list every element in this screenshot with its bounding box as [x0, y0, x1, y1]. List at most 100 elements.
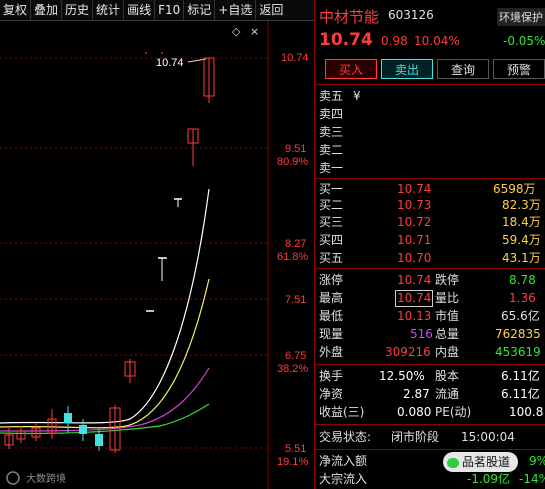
float-shares-value: 6.11亿 [501, 387, 540, 401]
vol-ratio-label: 量比 [435, 291, 460, 305]
trading-status: 交易状态: 闭市阶段 15:00:04 [315, 428, 545, 446]
low-label: 最低 [319, 309, 344, 323]
alert-button[interactable]: 预警 [493, 59, 545, 79]
block-inflow-label: 大宗流入 [319, 472, 368, 486]
outer-value: 309216 [385, 345, 431, 359]
total-volume-label: 总量 [435, 327, 460, 341]
price-change-pct: 10.04% [414, 34, 460, 48]
query-button[interactable]: 查询 [437, 59, 489, 79]
bid-price: 10.71 [397, 233, 432, 247]
quote-panel: 中材节能 603126 环境保护 10.74 0.98 10.04% -0.05… [314, 0, 545, 489]
sector-name[interactable]: 环境保护 [497, 8, 545, 26]
high-price-label: 10.74 [156, 57, 184, 69]
bid-row[interactable]: 买二 10.73 82.3万 [315, 196, 545, 214]
candle [64, 413, 72, 423]
ask-label: 卖三 [319, 125, 344, 139]
ask-row: 卖五 ¥ [315, 87, 545, 105]
bid-row[interactable]: 买五 10.70 43.1万 [315, 249, 545, 267]
toolbar-history[interactable]: 历史 [62, 0, 94, 20]
toolbar-add-watchlist[interactable]: +自选 [215, 0, 257, 20]
sell-button[interactable]: 卖出 [381, 59, 433, 79]
market-cap-label: 市值 [435, 309, 460, 323]
bid-label: 买二 [319, 198, 344, 212]
block-inflow-value: -1.09亿 [467, 472, 511, 486]
toolbar-mark[interactable]: 标记 [184, 0, 216, 20]
stats-row-outer-inner: 外盘 309216 内盘 453619 [315, 343, 545, 361]
eps-value: 0.080 [397, 405, 432, 419]
stats-row-high: 最高 10.74 量比 1.36 [315, 289, 545, 307]
candle [95, 434, 103, 446]
net-assets-value: 2.87 [403, 387, 430, 401]
stats-row-low: 最低 10.13 市值 65.6亿 [315, 307, 545, 325]
toolbar-restore-rights[interactable]: 复权 [0, 0, 32, 20]
outer-label: 外盘 [319, 345, 344, 359]
pe-label: PE(动) [435, 405, 472, 419]
axis-label-61-8: 61.8% [277, 251, 308, 263]
trading-status-time: 15:00:04 [461, 430, 515, 444]
limit-up-label: 涨停 [319, 273, 344, 287]
axis-label-8-27: 8.27 [285, 238, 306, 250]
stock-name: 中材节能 [319, 8, 380, 26]
close-icon[interactable]: × [250, 25, 259, 38]
inner-value: 453619 [495, 345, 541, 359]
brand-badge: 品茗股道 [443, 452, 519, 472]
ask-row: 卖四 [315, 105, 545, 123]
bid-price: 10.72 [397, 215, 432, 229]
candle [79, 425, 87, 434]
block-inflow-row: 大宗流入 -1.09亿 -14% [315, 470, 545, 488]
ask-label: 卖一 [319, 161, 344, 175]
stock-code: 603126 [388, 8, 434, 22]
ask-label: 卖四 [319, 107, 344, 121]
current-volume-label: 现量 [319, 327, 344, 341]
toolbar-draw-line[interactable]: 画线 [124, 0, 156, 20]
ask-row: 卖二 [315, 141, 545, 159]
trading-status-value: 闭市阶段 [391, 430, 440, 444]
share-capital-label: 股本 [435, 369, 460, 383]
bid-row[interactable]: 买四 10.71 59.4万 [315, 231, 545, 249]
eps-label: 收益(三) [319, 405, 365, 419]
chart-toolbar: 复权 叠加 历史 统计 画线 F10 标记 +自选 返回 [0, 0, 314, 21]
turnover-label: 换手 [319, 369, 344, 383]
stock-price: 10.74 [319, 30, 373, 50]
stats-row-eps: 收益(三) 0.080 PE(动) 100.8 [315, 403, 545, 421]
current-volume-value: 516 [410, 327, 433, 341]
axis-label-19-1: 19.1% [277, 456, 308, 468]
high-value: 10.74 [395, 290, 434, 307]
ask-label: 卖五 [319, 89, 344, 103]
high-label: 最高 [319, 291, 344, 305]
axis-label-10-74: 10.74 [281, 52, 309, 64]
ma-line-white [0, 188, 210, 424]
bid-volume: 59.4万 [502, 233, 541, 247]
ask-label: 卖二 [319, 143, 344, 157]
market-cap-value: 65.6亿 [501, 309, 540, 323]
toolbar-overlay[interactable]: 叠加 [31, 0, 63, 20]
diamond-icon[interactable]: ◇ [232, 25, 241, 38]
bid-label: 买三 [319, 215, 344, 229]
toolbar-f10[interactable]: F10 [155, 0, 185, 20]
net-assets-label: 净资 [319, 387, 344, 401]
bid-volume: 82.3万 [502, 198, 541, 212]
watermark-text: 大数跨境 [26, 472, 66, 485]
float-shares-label: 流通 [435, 387, 460, 401]
stats-row-limits: 涨停 10.74 跌停 8.78 [315, 271, 545, 289]
axis-label-7-51: 7.51 [285, 294, 306, 306]
toolbar-statistics[interactable]: 统计 [93, 0, 125, 20]
buy-button[interactable]: 买入 [325, 59, 377, 79]
limit-down-value: 8.78 [509, 273, 536, 287]
bid-price: 10.73 [397, 198, 432, 212]
net-inflow-value: 9% [529, 454, 545, 468]
ma-line-magenta [0, 367, 210, 432]
marker-dot [145, 52, 147, 54]
candlestick-chart[interactable]: 10.74 9.51 80.9% 8.27 61.8% 7.51 6.75 38… [0, 21, 314, 489]
sector-change: -0.05% [503, 34, 545, 48]
price-change: 0.98 [381, 34, 408, 48]
turnover-value: 12.50% [379, 369, 425, 383]
toolbar-back[interactable]: 返回 [256, 0, 286, 20]
marker-dot [161, 52, 163, 54]
axis-label-38-2: 38.2% [277, 363, 308, 375]
wechat-icon [447, 457, 459, 468]
bid-row[interactable]: 买三 10.72 18.4万 [315, 213, 545, 231]
stats-row-turnover: 换手 12.50% 股本 6.11亿 [315, 367, 545, 385]
inner-label: 内盘 [435, 345, 460, 359]
net-inflow-label: 净流入额 [319, 454, 368, 468]
